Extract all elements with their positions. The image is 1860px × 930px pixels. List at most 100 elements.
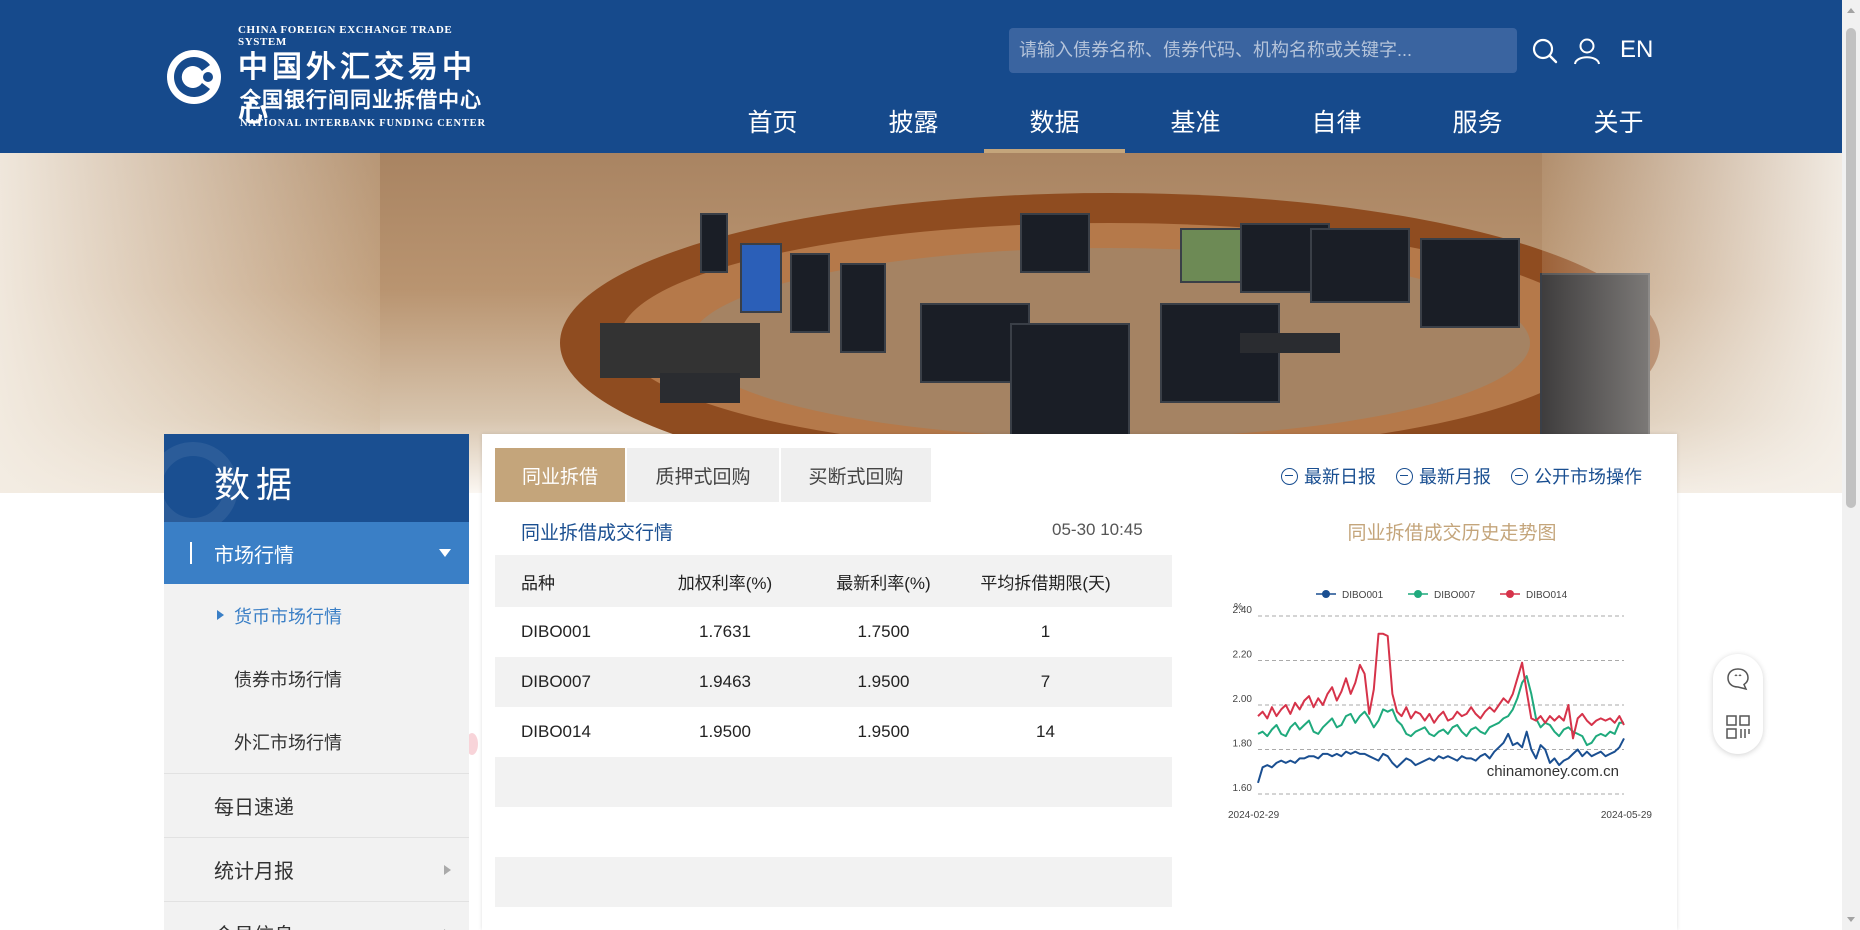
- nav-item-service[interactable]: 服务: [1407, 95, 1548, 153]
- table-cell: 14: [1036, 722, 1055, 741]
- x-tick-label: 2024-02-29: [1228, 810, 1280, 821]
- chart-title: 同业拆借成交历史走势图: [1347, 523, 1557, 544]
- arrow-circle-icon: [1511, 467, 1528, 485]
- sidebar-subitem-fx-market[interactable]: 外汇市场行情: [164, 710, 469, 773]
- sidebar-title: 数据: [164, 434, 469, 522]
- sidebar-item-label: 市场行情: [214, 544, 294, 567]
- sidebar-subitem-label: 债券市场行情: [234, 669, 342, 690]
- table-cell: DIBO001: [521, 622, 591, 641]
- table-cell: 1.9500: [699, 722, 751, 741]
- column-header: 品种: [521, 573, 555, 593]
- latest-monthly-report-link[interactable]: 最新月报: [1396, 463, 1491, 489]
- site-header: CHINA FOREIGN EXCHANGE TRADE SYSTEM 中国外汇…: [0, 0, 1842, 153]
- series-line: [1257, 632, 1625, 740]
- sidebar-item-monthly-stats[interactable]: 统计月报: [164, 837, 469, 901]
- main-nav: 首页 披露 数据 基准 自律 服务 关于: [702, 95, 1689, 153]
- sidebar-item-label: 会员信息: [214, 919, 294, 930]
- sidebar: 数据 市场行情 货币市场行情 债券市场行情 外汇市场行情 每日速递 统计月报 会…: [164, 434, 469, 930]
- nav-item-benchmark[interactable]: 基准: [1125, 95, 1266, 153]
- scrollbar-thumb[interactable]: [1846, 28, 1856, 508]
- table-empty-row: [495, 757, 1172, 807]
- nav-item-about[interactable]: 关于: [1548, 95, 1689, 153]
- sidebar-subitem-label: 货币市场行情: [234, 606, 342, 627]
- y-tick-label: 2.00: [1233, 694, 1253, 705]
- nav-item-data[interactable]: 数据: [984, 95, 1125, 153]
- nav-item-home[interactable]: 首页: [702, 95, 843, 153]
- column-header: 最新利率(%): [836, 573, 931, 593]
- floating-toolbar: [1713, 654, 1763, 754]
- table-title: 同业拆借成交行情: [521, 523, 674, 544]
- sidebar-item-label: 每日速递: [214, 797, 294, 819]
- y-tick-label: 1.60: [1233, 783, 1253, 794]
- table-header-row: 品种 加权利率(%) 最新利率(%) 平均拆借期限(天): [495, 555, 1172, 607]
- sidebar-subitem-money-market[interactable]: 货币市场行情: [164, 584, 469, 647]
- legend-label: DIBO001: [1342, 590, 1384, 601]
- sidebar-item-daily-express[interactable]: 每日速递: [164, 773, 469, 837]
- table-cell: 1.9500: [857, 722, 910, 741]
- y-tick-label: 2.20: [1233, 650, 1253, 661]
- link-label: 最新月报: [1419, 467, 1491, 487]
- column-header: 平均拆借期限(天): [980, 573, 1111, 593]
- table-cell: 1.9463: [699, 672, 751, 691]
- logo-en-bottom: NATIONAL INTERBANK FUNDING CENTER: [240, 118, 486, 129]
- scroll-up-icon[interactable]: [1847, 8, 1855, 13]
- sidebar-item-label: 统计月报: [214, 861, 294, 883]
- legend-swatch-marker: [1506, 590, 1514, 598]
- site-logo[interactable]: CHINA FOREIGN EXCHANGE TRADE SYSTEM 中国外汇…: [164, 20, 504, 135]
- table-cell: DIBO014: [521, 722, 591, 741]
- vertical-scrollbar[interactable]: [1842, 0, 1860, 930]
- table-empty-row: [495, 807, 1172, 857]
- sidebar-subitem-bond-market[interactable]: 债券市场行情: [164, 647, 469, 710]
- caret-down-icon: [439, 549, 451, 557]
- search-icon[interactable]: [1530, 36, 1560, 66]
- tab-outright-repo[interactable]: 买断式回购: [781, 448, 931, 502]
- table-row[interactable]: DIBO001 1.7631 1.7500 1: [495, 607, 1172, 657]
- sidebar-watermark-icon: [164, 442, 238, 522]
- nav-item-self-regulation[interactable]: 自律: [1266, 95, 1407, 153]
- scroll-down-icon[interactable]: [1847, 917, 1855, 922]
- table-cell: 1.9500: [857, 672, 910, 691]
- legend-label: DIBO014: [1526, 590, 1568, 601]
- table-cell: 1: [1040, 622, 1051, 641]
- update-time: 05-30 10:45: [1052, 520, 1143, 539]
- tab-pledged-repo[interactable]: 质押式回购: [627, 448, 779, 502]
- table-cell: 7: [1040, 672, 1051, 691]
- x-tick-label: 2024-05-29: [1601, 810, 1653, 821]
- lending-quotes-table: 品种 加权利率(%) 最新利率(%) 平均拆借期限(天) DIBO001 1.7…: [495, 555, 1172, 907]
- table-row[interactable]: DIBO014 1.9500 1.9500 14: [495, 707, 1172, 757]
- active-indicator: [190, 542, 192, 564]
- qr-code-icon[interactable]: [1725, 714, 1751, 740]
- logo-cn-sub: 全国银行间同业拆借中心: [240, 87, 482, 112]
- table-cell: 1.7500: [857, 622, 910, 641]
- link-label: 最新日报: [1304, 467, 1376, 487]
- column-header: 加权利率(%): [677, 573, 773, 593]
- sidebar-item-market-quotes[interactable]: 市场行情: [164, 522, 469, 584]
- table-row[interactable]: DIBO007 1.9463 1.9500 7: [495, 657, 1172, 707]
- tab-interbank-lending[interactable]: 同业拆借: [495, 448, 625, 502]
- nav-item-disclosure[interactable]: 披露: [843, 95, 984, 153]
- language-toggle[interactable]: EN: [1620, 36, 1653, 64]
- arrow-circle-icon: [1281, 467, 1298, 485]
- market-tabs: 同业拆借 质押式回购 买断式回购: [495, 448, 933, 502]
- link-label: 公开市场操作: [1534, 467, 1642, 487]
- user-icon[interactable]: [1572, 36, 1602, 66]
- chevron-right-icon: [444, 865, 451, 875]
- triangle-right-icon: [217, 610, 224, 620]
- legend-label: DIBO007: [1434, 590, 1476, 601]
- chat-icon[interactable]: [1725, 666, 1751, 692]
- y-tick-label: 1.80: [1233, 739, 1253, 750]
- sidebar-submenu: 货币市场行情 债券市场行情 外汇市场行情: [164, 584, 469, 773]
- arrow-circle-icon: [1396, 467, 1413, 485]
- sidebar-subitem-label: 外汇市场行情: [234, 732, 342, 753]
- y-axis-unit: %: [1234, 602, 1243, 613]
- legend-swatch-marker: [1322, 590, 1330, 598]
- chart-watermark: chinamoney.com.cn: [1487, 763, 1619, 780]
- search-input[interactable]: [1009, 28, 1517, 73]
- sidebar-item-member-info[interactable]: 会员信息: [164, 901, 469, 930]
- open-market-operations-link[interactable]: 公开市场操作: [1511, 463, 1642, 489]
- history-trend-chart[interactable]: 2.402.202.001.801.60%2024-02-29 2024-05-2…: [1204, 564, 1654, 824]
- latest-daily-report-link[interactable]: 最新日报: [1281, 463, 1376, 489]
- table-cell: 1.7631: [699, 622, 751, 641]
- table-cell: DIBO007: [521, 672, 591, 691]
- quick-links: 最新日报 最新月报 公开市场操作: [1281, 463, 1642, 489]
